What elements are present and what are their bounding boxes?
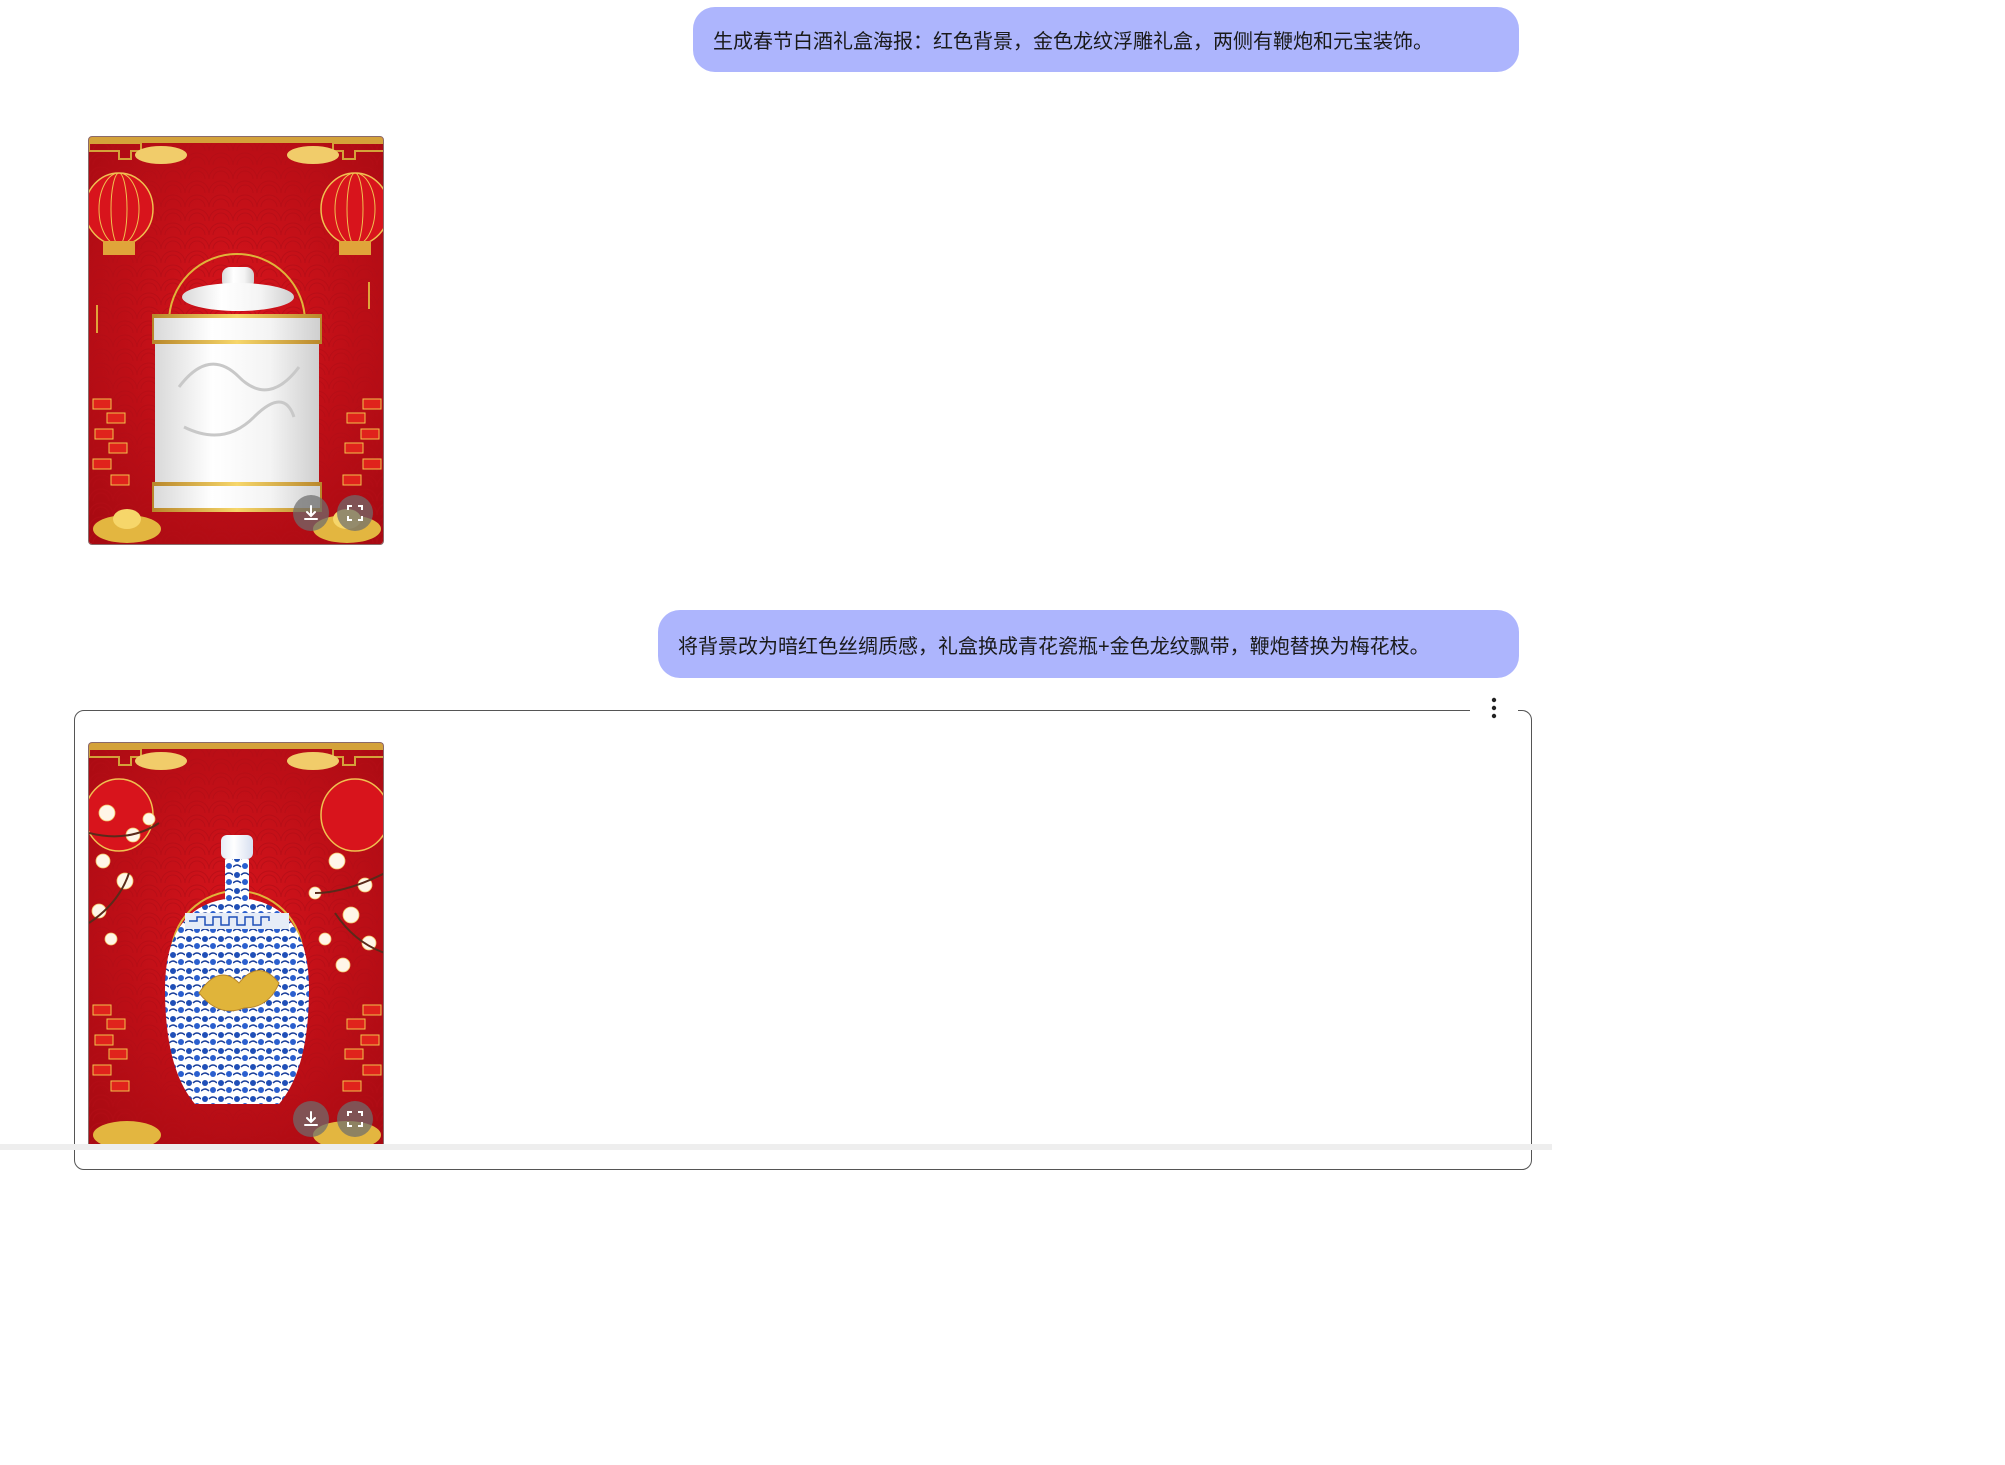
bottom-divider (0, 1144, 1552, 1150)
expand-icon (347, 1111, 363, 1127)
more-vertical-icon (1491, 697, 1497, 719)
fullscreen-button[interactable] (337, 495, 373, 531)
download-icon (304, 505, 318, 520)
download-button[interactable] (293, 495, 329, 531)
user-message-text: 将背景改为暗红色丝绸质感，礼盒换成青花瓷瓶+金色龙纹飘带，鞭炮替换为梅花枝。 (678, 635, 1430, 658)
user-message-text: 生成春节白酒礼盒海报：红色背景，金色龙纹浮雕礼盒，两侧有鞭炮和元宝装饰。 (713, 31, 1433, 53)
fullscreen-button[interactable] (337, 1101, 373, 1137)
generated-image[interactable] (88, 742, 384, 1146)
user-message-bubble: 将背景改为暗红色丝绸质感，礼盒换成青花瓷瓶+金色龙纹飘带，鞭炮替换为梅花枝。 (658, 610, 1519, 678)
generated-image[interactable] (88, 136, 384, 545)
poster-image (89, 137, 383, 544)
more-options-button[interactable] (1480, 694, 1508, 722)
expand-icon (347, 505, 363, 521)
poster-image (89, 743, 383, 1146)
download-icon (304, 1111, 318, 1126)
download-button[interactable] (293, 1101, 329, 1137)
user-message-bubble: 生成春节白酒礼盒海报：红色背景，金色龙纹浮雕礼盒，两侧有鞭炮和元宝装饰。 (693, 7, 1519, 72)
